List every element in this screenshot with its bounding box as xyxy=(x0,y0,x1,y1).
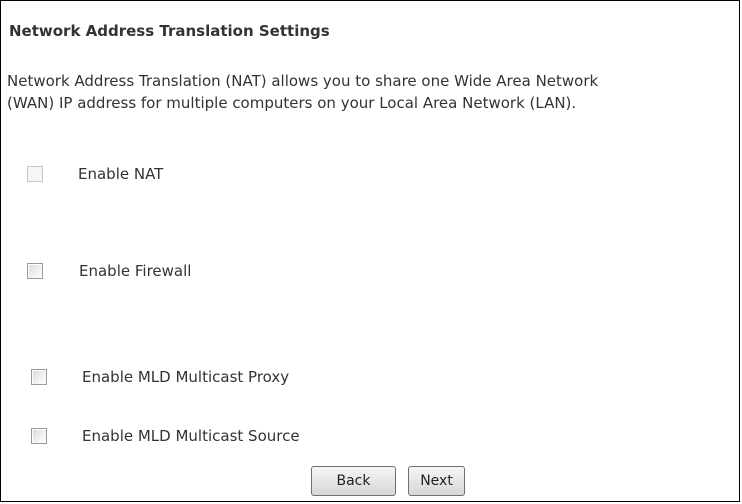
enable-mld-source-checkbox[interactable] xyxy=(31,428,47,444)
next-button[interactable]: Next xyxy=(408,466,465,496)
back-button[interactable]: Back xyxy=(311,466,396,496)
enable-firewall-checkbox[interactable] xyxy=(27,263,43,279)
enable-mld-source-option: Enable MLD Multicast Source xyxy=(31,427,300,445)
enable-mld-proxy-label: Enable MLD Multicast Proxy xyxy=(82,368,290,386)
enable-mld-proxy-option: Enable MLD Multicast Proxy xyxy=(31,368,289,386)
enable-nat-checkbox[interactable] xyxy=(27,166,43,182)
enable-firewall-label: Enable Firewall xyxy=(79,262,192,280)
enable-mld-proxy-checkbox[interactable] xyxy=(31,369,47,385)
description-line: (WAN) IP address for multiple computers … xyxy=(7,94,577,112)
settings-panel: Network Address Translation Settings Net… xyxy=(0,0,740,502)
page-description: Network Address Translation (NAT) allows… xyxy=(7,70,598,114)
enable-nat-label: Enable NAT xyxy=(78,165,164,183)
enable-nat-option: Enable NAT xyxy=(27,165,163,183)
page-title: Network Address Translation Settings xyxy=(9,22,330,40)
description-line: Network Address Translation (NAT) allows… xyxy=(7,72,599,90)
enable-mld-source-label: Enable MLD Multicast Source xyxy=(82,427,300,445)
enable-firewall-option: Enable Firewall xyxy=(27,262,191,280)
